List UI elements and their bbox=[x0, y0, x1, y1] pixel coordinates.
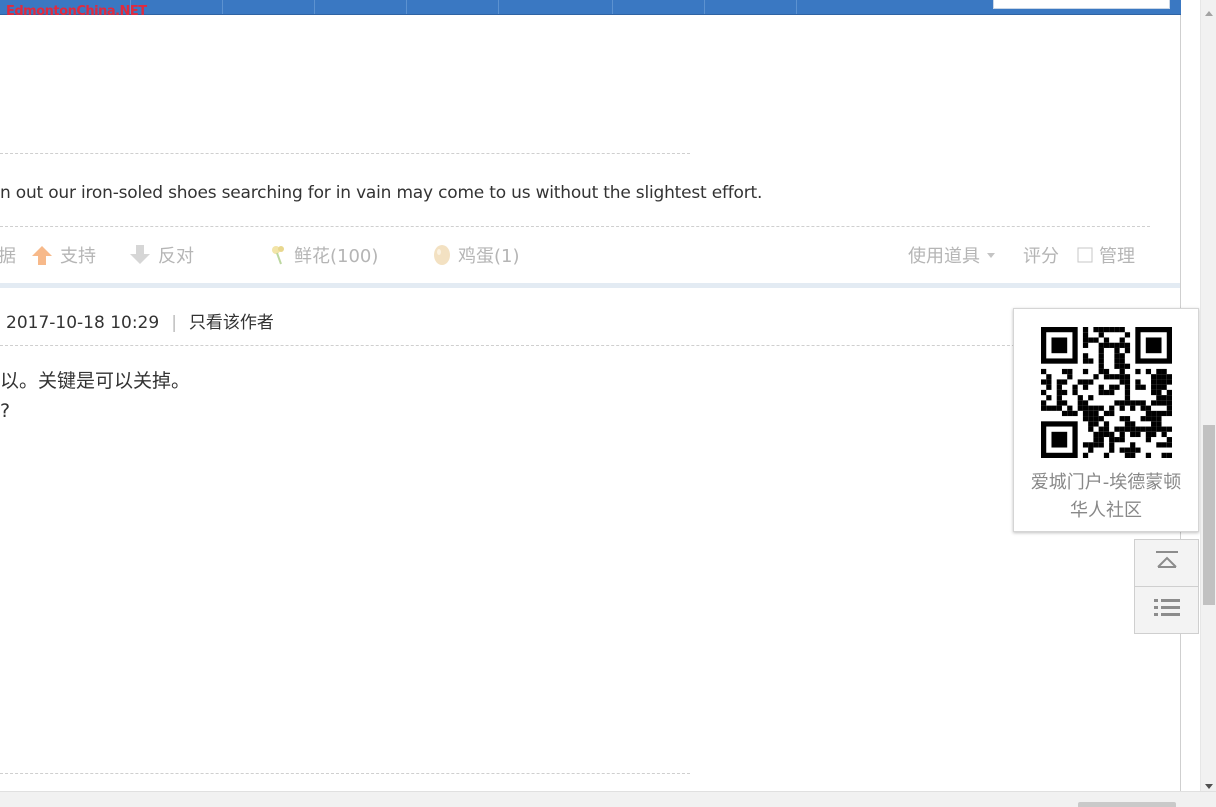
reply-text-line: ? bbox=[0, 400, 11, 422]
thumb-up-arrow-icon bbox=[30, 243, 54, 267]
manage-control[interactable]: 管理 bbox=[1077, 242, 1135, 268]
tools-menu-button[interactable]: 使用道具 bbox=[908, 242, 996, 268]
post-signature: n out our iron-soled shoes searching for… bbox=[0, 183, 763, 203]
horizontal-scrollbar-thumb[interactable] bbox=[1078, 802, 1176, 807]
manage-label: 管理 bbox=[1099, 246, 1135, 267]
scroll-up-arrow-icon[interactable] bbox=[1204, 2, 1214, 21]
manage-checkbox[interactable] bbox=[1077, 247, 1093, 263]
flower-button[interactable]: 鲜花(100) bbox=[268, 242, 378, 268]
qr-caption: 爱城门户-埃德蒙顿 华人社区 bbox=[1014, 469, 1198, 525]
egg-button[interactable]: 鸡蛋(1) bbox=[432, 242, 520, 268]
nav-separator bbox=[704, 0, 705, 14]
reply-meta: 2017-10-18 10:29 | 只看该作者 bbox=[6, 308, 274, 333]
list-view-button[interactable] bbox=[1134, 586, 1199, 634]
egg-label: 鸡蛋(1) bbox=[458, 246, 520, 267]
oppose-button[interactable]: 反对 bbox=[128, 242, 194, 268]
post-separator-band bbox=[0, 283, 1180, 288]
partial-action-label[interactable]: 据 bbox=[0, 242, 16, 268]
tools-label: 使用道具 bbox=[908, 246, 980, 267]
nav-separator bbox=[796, 0, 797, 14]
search-input[interactable] bbox=[993, 0, 1170, 9]
list-icon bbox=[1153, 597, 1181, 623]
top-navigation-bar bbox=[0, 0, 1181, 15]
reply-body: 以。关键是可以关掉。 ? bbox=[0, 366, 190, 426]
meta-separator: | bbox=[171, 313, 177, 333]
back-to-top-icon bbox=[1154, 550, 1180, 576]
nav-separator bbox=[612, 0, 613, 14]
vertical-scrollbar[interactable] bbox=[1200, 0, 1216, 791]
support-label: 支持 bbox=[60, 246, 96, 267]
scrollbar-thumb[interactable] bbox=[1203, 425, 1215, 605]
nav-separator bbox=[498, 0, 499, 14]
nav-separator bbox=[314, 0, 315, 14]
back-to-top-button[interactable] bbox=[1134, 539, 1199, 587]
chevron-down-icon bbox=[986, 250, 996, 260]
flower-label: 鲜花(100) bbox=[294, 246, 379, 267]
qr-caption-line: 爱城门户-埃德蒙顿 bbox=[1030, 472, 1182, 493]
actions-divider bbox=[0, 226, 1150, 227]
signature-divider bbox=[0, 153, 690, 154]
nav-separator bbox=[406, 0, 407, 14]
oppose-label: 反对 bbox=[158, 246, 194, 267]
nav-separator bbox=[222, 0, 223, 14]
support-button[interactable]: 支持 bbox=[30, 242, 96, 268]
thumb-down-arrow-icon bbox=[128, 243, 152, 267]
qr-caption-line: 华人社区 bbox=[1070, 500, 1142, 521]
rate-button[interactable]: 评分 bbox=[1023, 242, 1059, 268]
reply-datetime: 2017-10-18 10:29 bbox=[6, 313, 160, 333]
post-action-bar: 据 支持 反对 鲜花(100) 鸡蛋(1) 使用道具 评分 管理 bbox=[0, 237, 1160, 273]
qr-code-image bbox=[1041, 327, 1172, 462]
reply-bottom-divider bbox=[0, 773, 690, 774]
flower-icon bbox=[268, 244, 288, 266]
view-author-only-link[interactable]: 只看该作者 bbox=[189, 313, 274, 333]
horizontal-scrollbar[interactable] bbox=[0, 791, 1216, 807]
qr-code-popup: 爱城门户-埃德蒙顿 华人社区 bbox=[1013, 308, 1199, 532]
reply-text-line: 以。关键是可以关掉。 bbox=[0, 370, 191, 392]
reply-meta-divider bbox=[0, 345, 1040, 346]
egg-icon bbox=[432, 243, 452, 267]
